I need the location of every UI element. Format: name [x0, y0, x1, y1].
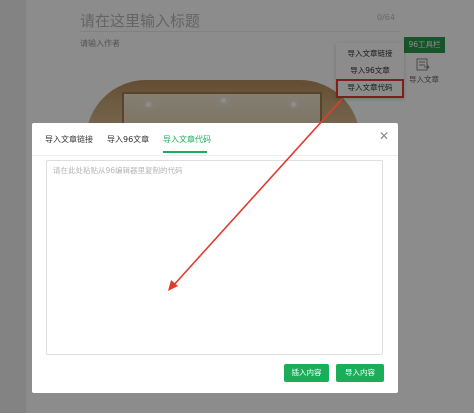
code-input[interactable]: [46, 160, 383, 355]
tab-import-link[interactable]: 导入文章链接: [45, 134, 93, 145]
tab-import-96-article[interactable]: 导入96文章: [107, 134, 149, 145]
import-content-button[interactable]: 导入内容: [336, 364, 384, 382]
active-tab-indicator: [163, 151, 207, 153]
tab-import-code[interactable]: 导入文章代码: [163, 134, 211, 145]
import-modal: 导入文章链接 导入96文章 导入文章代码 ✕ 插入内容 导入内容: [32, 123, 398, 393]
modal-tab-bar: 导入文章链接 导入96文章 导入文章代码 ✕: [32, 123, 398, 156]
insert-content-button[interactable]: 插入内容: [284, 364, 329, 382]
tab-divider: [32, 155, 398, 156]
close-icon[interactable]: ✕: [377, 129, 391, 143]
